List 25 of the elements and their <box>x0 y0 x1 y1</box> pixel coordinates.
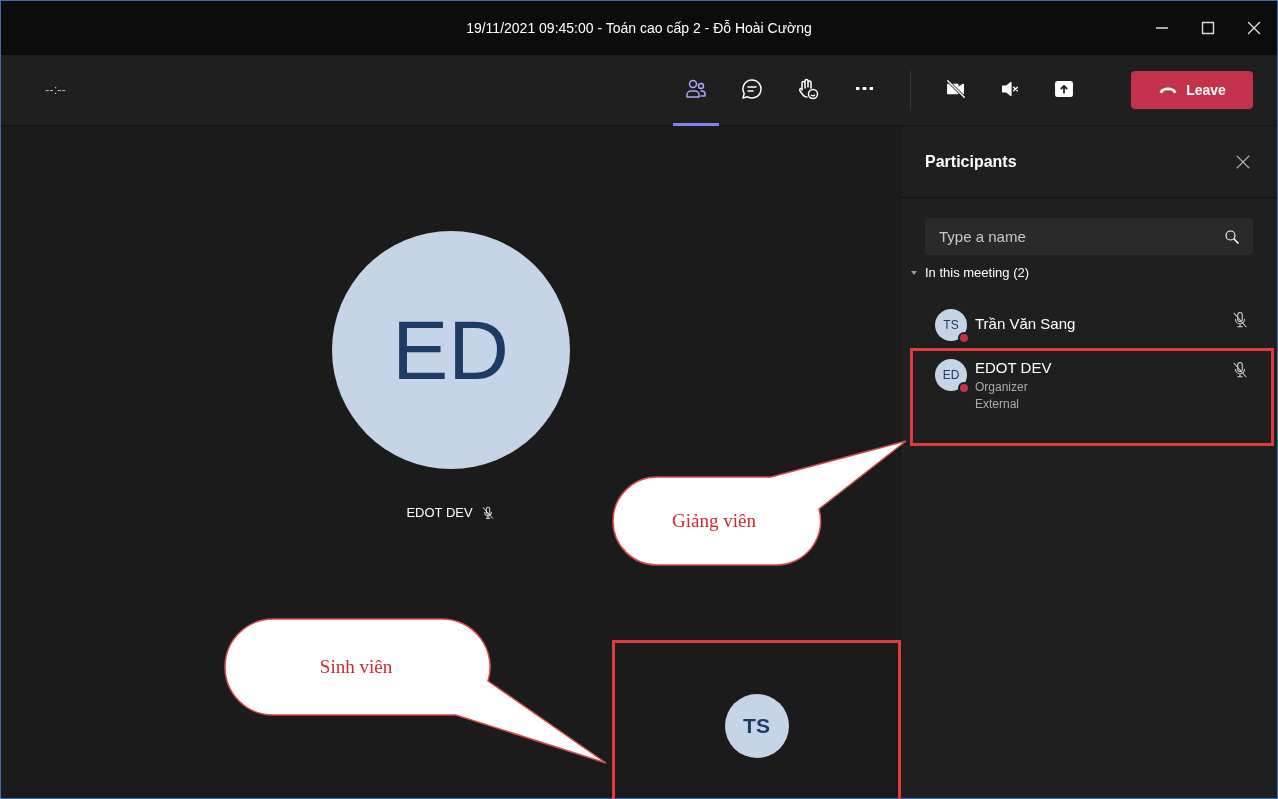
participant-row[interactable]: ED EDOT DEV Organizer External <box>911 348 1273 445</box>
chat-icon <box>740 76 764 101</box>
avatar: ED <box>331 231 570 469</box>
avatar: TS <box>935 308 967 341</box>
window-title: 19/11/2021 09:45:00 - Toán cao cấp 2 - Đỗ Hoài Cường <box>465 18 813 38</box>
hand-icon <box>796 76 820 101</box>
more-icon <box>855 87 873 90</box>
search-icon[interactable] <box>1223 228 1241 246</box>
participant-role: Organizer <box>975 379 1029 396</box>
callout-text: Sinh viên <box>319 654 393 679</box>
callout-text: Giảng viên <box>672 508 756 533</box>
avatar: ED <box>935 358 967 391</box>
leave-button[interactable]: Leave <box>1131 71 1253 109</box>
search-field[interactable]: Type a name <box>925 218 1253 255</box>
participant-row[interactable]: TS Trần Văn Sang <box>911 298 1273 349</box>
participant-name: EDOT DEV <box>406 504 473 522</box>
participant-name: EDOT DEV <box>975 357 1053 378</box>
avatar: TS <box>724 693 789 758</box>
camera-off-icon[interactable] <box>945 77 967 100</box>
caret-icon <box>911 269 917 276</box>
panel-title: Participants <box>925 151 1017 172</box>
participant-role: External <box>975 395 1021 413</box>
section-header[interactable]: In this meeting (2) <box>911 263 1277 283</box>
timer: --:-- <box>45 81 66 100</box>
participant-name: Trần Văn Sang <box>975 313 1077 334</box>
